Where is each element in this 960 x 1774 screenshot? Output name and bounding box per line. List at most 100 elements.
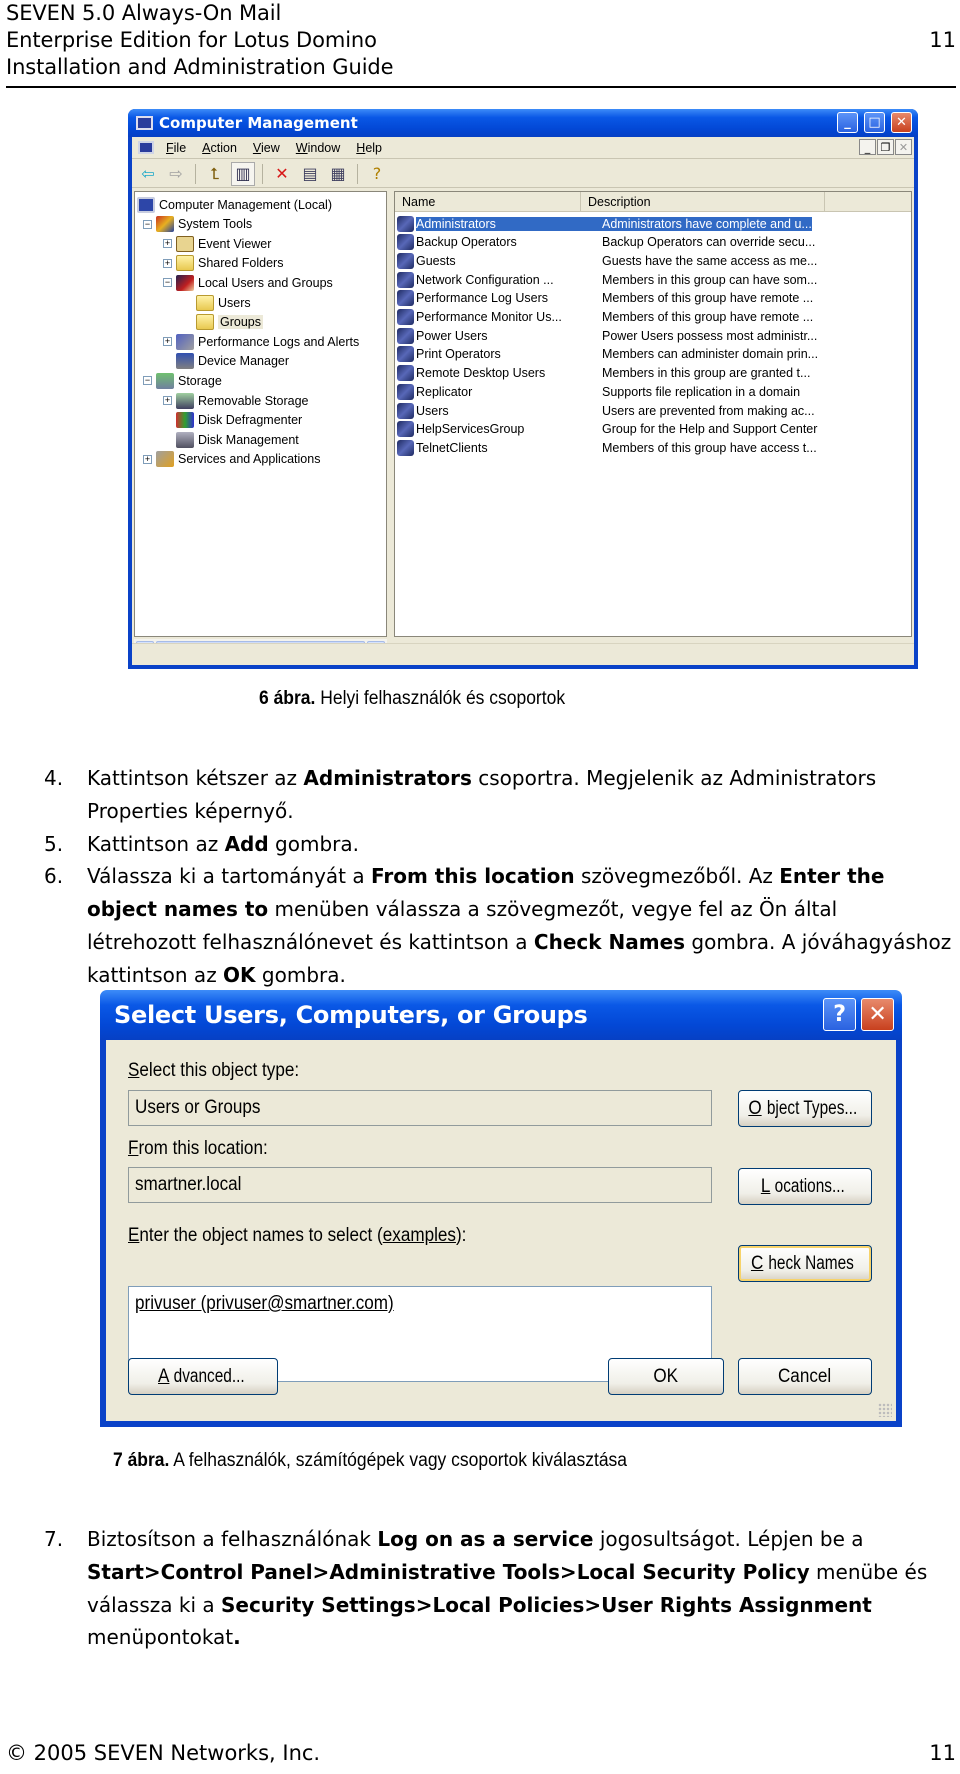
group-description: Power Users possess most administr... <box>602 328 818 343</box>
emphasized-term: Start>Control Panel>Administrative Tools… <box>87 1559 810 1584</box>
group-description: Group for the Help and Support Center <box>602 422 818 437</box>
group-row[interactable]: Print Operators Members can administer do… <box>397 345 818 364</box>
group-row[interactable]: TelnetClients Members of this group have … <box>397 438 817 457</box>
step-text: menüpontokat <box>87 1625 234 1650</box>
tree-item[interactable]: Device Manager <box>163 352 289 371</box>
group-row[interactable]: Administrators Administrators have comple… <box>397 214 812 233</box>
examples-link[interactable]: examples <box>383 1225 456 1246</box>
group-description: Members in this group can have som... <box>602 272 818 287</box>
tree-item[interactable]: Groups <box>183 313 263 332</box>
up-folder-icon[interactable]: ⮤ <box>203 162 227 186</box>
tree-item[interactable]: Disk Defragmenter <box>163 411 302 430</box>
tree-item[interactable]: + Removable Storage <box>163 391 308 410</box>
collapse-icon[interactable]: − <box>143 376 152 386</box>
expand-icon[interactable]: + <box>163 396 172 405</box>
show-hide-tree-icon[interactable]: ▥ <box>231 161 255 186</box>
menu-window[interactable]: Window <box>288 141 348 155</box>
group-name: Administrators <box>416 216 600 231</box>
group-row[interactable]: Backup Operators Backup Operators can ove… <box>397 233 815 252</box>
emphasized-term: Add <box>224 831 269 856</box>
group-row[interactable]: HelpServicesGroup Group for the Help and … <box>397 420 817 439</box>
perf-icon <box>176 333 194 350</box>
group-row[interactable]: Replicator Supports file replication in a… <box>397 382 800 401</box>
column-header-name[interactable]: Name <box>395 192 581 212</box>
menu-view[interactable]: View <box>245 141 288 155</box>
export-list-icon[interactable]: ▦ <box>326 162 350 186</box>
tree-item[interactable]: Computer Management (Local) <box>137 195 332 214</box>
group-name: Network Configuration ... <box>416 272 554 287</box>
expand-icon[interactable]: + <box>163 239 172 249</box>
help-icon[interactable]: ? <box>365 162 389 186</box>
tree-item-label: Disk Defragmenter <box>198 413 303 428</box>
folder-icon <box>176 255 194 272</box>
back-icon[interactable]: ⇦ <box>136 162 160 186</box>
step-text: jogosultságot. Lépjen be a <box>593 1527 864 1551</box>
instruction-step-7: 7. Biztosítson a felhasználónak Log on as… <box>0 1523 960 1654</box>
delete-icon[interactable]: ✕ <box>270 162 294 186</box>
advanced-button[interactable]: Advanced... <box>128 1358 278 1395</box>
tree-item[interactable]: Disk Management <box>163 430 299 449</box>
group-description: Members in this group are granted t... <box>602 366 811 381</box>
tree-item[interactable]: − Storage <box>143 371 222 390</box>
column-header-description[interactable]: Description <box>581 192 825 212</box>
title-bar[interactable]: Computer Management _ □ ✕ <box>128 109 918 137</box>
group-row[interactable]: Performance Log Users Members of this gro… <box>397 289 813 308</box>
help-button[interactable]: ? <box>823 998 856 1031</box>
mdi-minimize-button[interactable]: _ <box>859 139 876 155</box>
emphasized-term: . <box>233 1625 241 1650</box>
properties-icon[interactable]: ▤ <box>298 162 322 186</box>
mdi-restore-button[interactable]: ❐ <box>877 139 894 155</box>
group-row[interactable]: Guests Guests have the same access as me.… <box>397 251 817 270</box>
object-types-button[interactable]: Object Types... <box>738 1090 872 1127</box>
defrag-icon <box>176 412 194 429</box>
maximize-button[interactable]: □ <box>864 112 885 133</box>
group-row[interactable]: Network Configuration ... Members in this… <box>397 270 817 289</box>
dialog-close-button[interactable]: ✕ <box>861 998 894 1031</box>
group-row[interactable]: Performance Monitor Us... Members of this… <box>397 308 813 327</box>
group-icon <box>397 271 414 288</box>
dialog-title-bar[interactable]: Select Users, Computers, or Groups ? ✕ <box>100 990 902 1040</box>
tree-item[interactable]: Users <box>183 293 251 312</box>
ok-button[interactable]: OK <box>608 1358 724 1395</box>
forward-icon[interactable]: ⇨ <box>164 162 188 186</box>
tree-item[interactable]: + Services and Applications <box>143 450 320 469</box>
menu-action[interactable]: Action <box>194 141 245 155</box>
tools-icon <box>156 216 174 233</box>
resize-grip-icon[interactable] <box>878 1403 892 1417</box>
mdi-close-button[interactable]: ✕ <box>895 139 912 155</box>
group-icon <box>397 234 414 251</box>
tree-item[interactable]: + Event Viewer <box>163 234 271 253</box>
menu-help[interactable]: Help <box>348 141 390 155</box>
collapse-icon[interactable]: − <box>163 278 172 288</box>
group-description: Members of this group have remote ... <box>602 291 814 306</box>
expand-icon[interactable]: + <box>163 258 172 268</box>
step-item: 4. Kattintson kétszer az Administrators c… <box>0 762 960 828</box>
cancel-button[interactable]: Cancel <box>738 1358 872 1395</box>
figure-6-caption: 6 ábra. Helyi felhasználók és csoportok <box>259 688 565 710</box>
minimize-button[interactable]: _ <box>837 112 858 133</box>
expand-icon[interactable]: + <box>143 454 152 464</box>
tree-item[interactable]: + Performance Logs and Alerts <box>163 332 359 351</box>
dialog-title: Select Users, Computers, or Groups <box>114 1001 588 1029</box>
tree-item[interactable]: + Shared Folders <box>163 254 283 273</box>
close-button[interactable]: ✕ <box>891 112 912 133</box>
group-name: Performance Monitor Us... <box>416 310 562 324</box>
group-description: Supports file replication in a domain <box>602 384 801 399</box>
check-names-button[interactable]: Check Names <box>738 1245 872 1282</box>
event-icon <box>176 235 194 252</box>
group-row[interactable]: Power Users Power Users possess most admi… <box>397 326 817 345</box>
tree-item[interactable]: − Local Users and Groups <box>163 273 333 292</box>
menu-file[interactable]: File <box>158 141 194 155</box>
emphasized-term: Security Settings>Local Policies>User Ri… <box>220 1592 872 1617</box>
expand-icon[interactable]: + <box>163 337 172 347</box>
group-row[interactable]: Users Users are prevented from making ac.… <box>397 401 815 420</box>
document-icon[interactable] <box>138 141 154 154</box>
group-icon <box>397 421 414 438</box>
collapse-icon[interactable]: − <box>143 219 152 229</box>
header-line-guide: Installation and Administration Guide <box>6 55 394 79</box>
locations-button[interactable]: Locations... <box>738 1168 872 1205</box>
group-description: Users are prevented from making ac... <box>602 403 815 418</box>
group-row[interactable]: Remote Desktop Users Members in this grou… <box>397 364 810 383</box>
header-page-number: 11 <box>929 28 956 52</box>
tree-item[interactable]: − System Tools <box>143 215 252 234</box>
